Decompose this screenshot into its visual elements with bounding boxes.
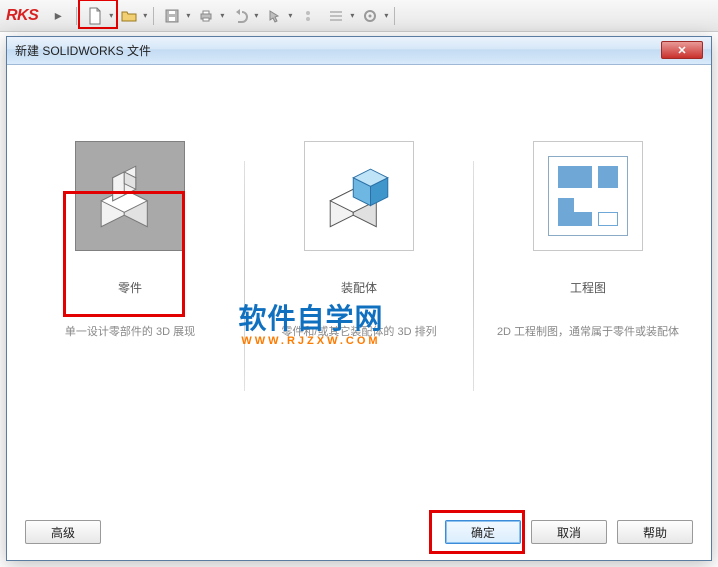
drawing-icon (548, 156, 628, 236)
separator (153, 7, 154, 25)
option-part-desc: 单一设计零部件的 3D 展现 (65, 324, 195, 341)
rebuild-icon[interactable] (296, 4, 320, 28)
option-part[interactable]: 零件 单一设计零部件的 3D 展现 (35, 141, 225, 391)
advanced-button[interactable]: 高级 (25, 520, 101, 544)
drawing-icon-box (533, 141, 643, 251)
help-button[interactable]: 帮助 (617, 520, 693, 544)
option-drawing-title: 工程图 (570, 279, 606, 296)
option-assembly-desc: 零件和/或其它装配体的 3D 排列 (281, 324, 436, 341)
ok-button[interactable]: 确定 (445, 520, 521, 544)
undo-dropdown-caret-icon[interactable]: ▾ (254, 11, 258, 20)
separator (473, 161, 474, 391)
cancel-button[interactable]: 取消 (531, 520, 607, 544)
option-assembly-title: 装配体 (341, 279, 377, 296)
open-dropdown-caret-icon[interactable]: ▾ (143, 11, 147, 20)
separator (394, 7, 395, 25)
close-icon: ✕ (677, 44, 686, 57)
cursor-dropdown-caret-icon[interactable]: ▾ (288, 11, 292, 20)
option-assembly[interactable]: 装配体 零件和/或其它装配体的 3D 排列 (264, 141, 454, 391)
options-icon[interactable] (324, 4, 348, 28)
options-dropdown-caret-icon[interactable]: ▾ (350, 11, 354, 20)
dialog-title: 新建 SOLIDWORKS 文件 (15, 42, 151, 59)
cursor-icon[interactable] (262, 4, 286, 28)
separator (244, 161, 245, 391)
print-icon[interactable] (194, 4, 218, 28)
option-drawing-desc: 2D 工程制图，通常属于零件或装配体 (497, 324, 679, 341)
new-document-dialog: 新建 SOLIDWORKS 文件 ✕ (6, 36, 712, 561)
part-icon (75, 141, 185, 251)
dialog-button-row: 高级 确定 取消 帮助 (25, 520, 693, 544)
dialog-titlebar: 新建 SOLIDWORKS 文件 (7, 37, 711, 65)
print-dropdown-caret-icon[interactable]: ▾ (220, 11, 224, 20)
save-icon[interactable] (160, 4, 184, 28)
undo-icon[interactable] (228, 4, 252, 28)
option-part-title: 零件 (118, 279, 142, 296)
new-doc-dropdown-caret-icon[interactable]: ▾ (109, 11, 113, 20)
open-doc-icon[interactable] (117, 4, 141, 28)
dialog-body: 零件 单一设计零部件的 3D 展现 装配体 (7, 65, 711, 560)
option-drawing[interactable]: 工程图 2D 工程制图，通常属于零件或装配体 (493, 141, 683, 391)
settings-dropdown-caret-icon[interactable]: ▾ (384, 11, 388, 20)
settings-gear-icon[interactable] (358, 4, 382, 28)
app-logo: RKS (2, 7, 42, 25)
triangle-right-icon[interactable]: ▸ (46, 4, 70, 28)
close-button[interactable]: ✕ (661, 41, 703, 59)
new-doc-icon[interactable] (83, 4, 107, 28)
document-type-options: 零件 单一设计零部件的 3D 展现 装配体 (25, 85, 693, 391)
save-dropdown-caret-icon[interactable]: ▾ (186, 11, 190, 20)
assembly-icon (304, 141, 414, 251)
app-toolbar: RKS ▸ ▾ ▾ ▾ ▾ ▾ ▾ ▾ ▾ (0, 0, 718, 32)
separator (76, 7, 77, 25)
